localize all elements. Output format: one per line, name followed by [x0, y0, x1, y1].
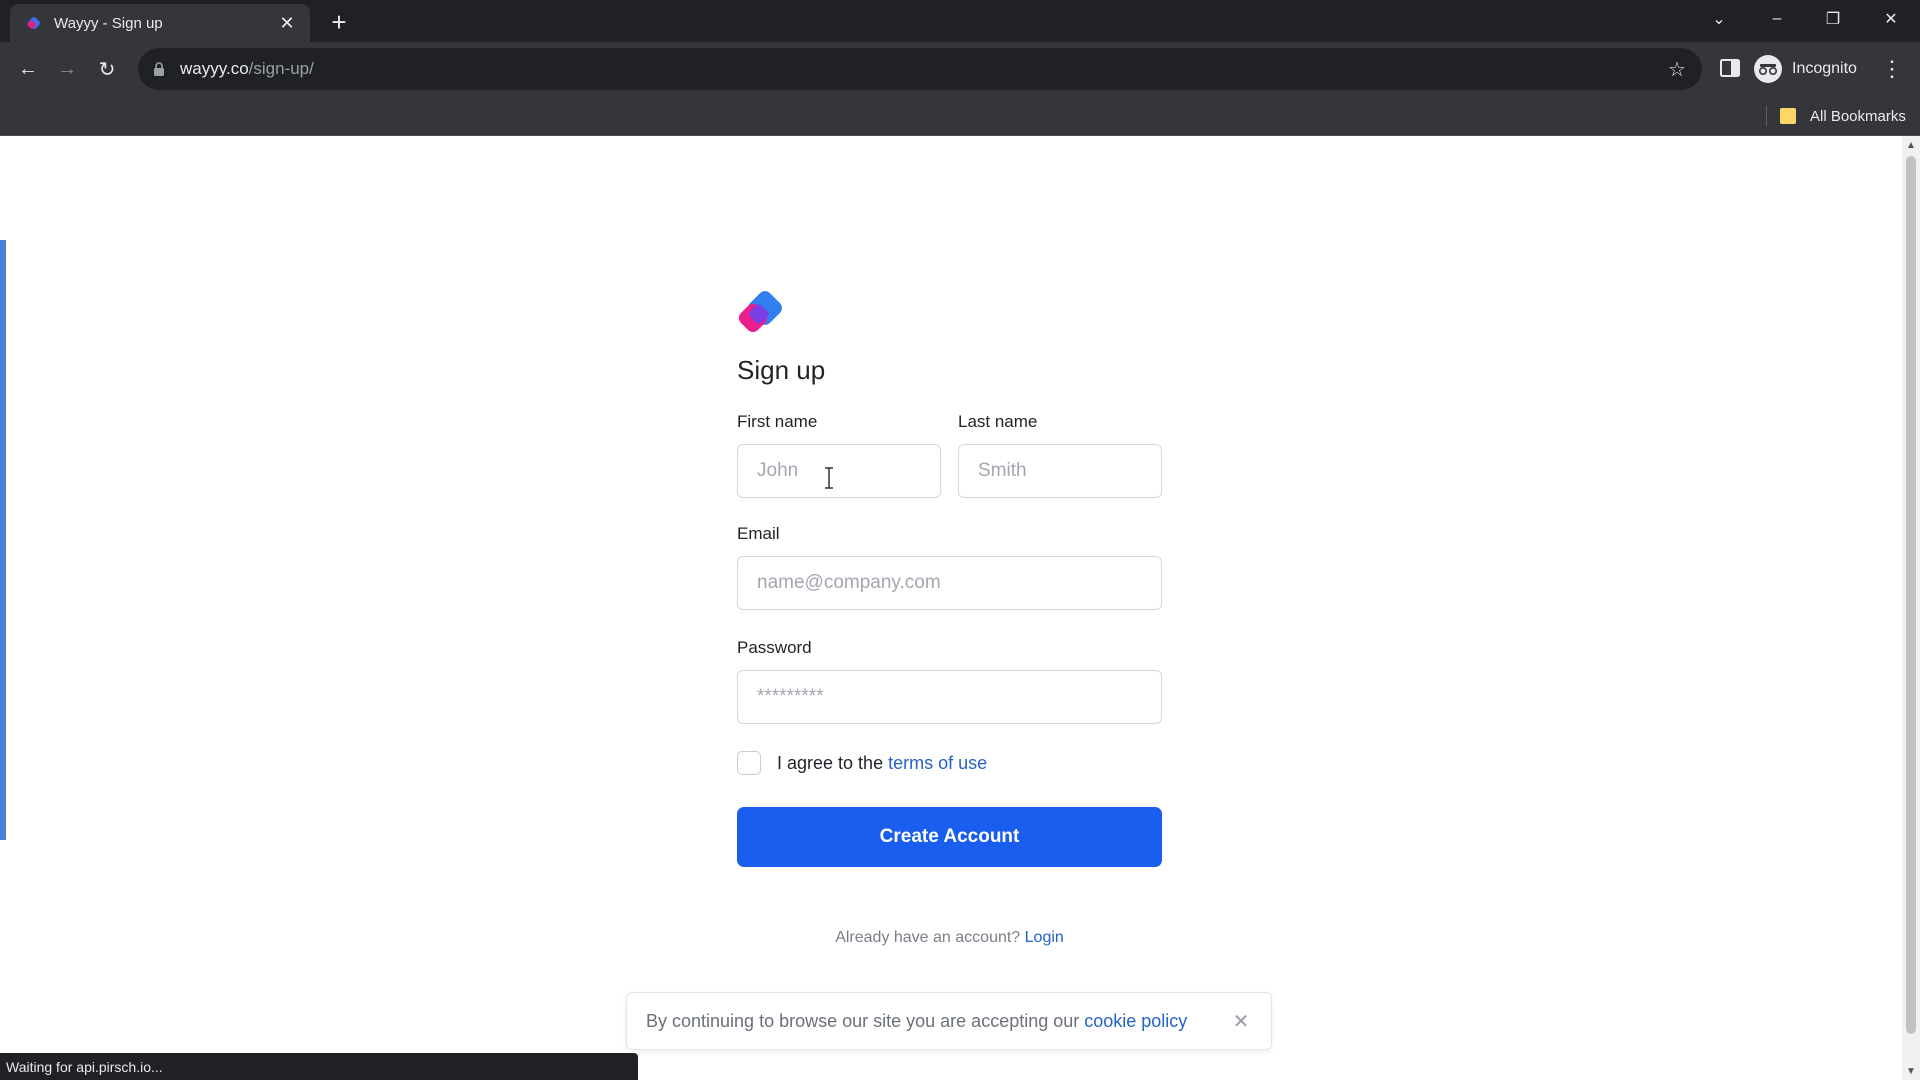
last-name-field: Last name: [958, 412, 1162, 498]
cookie-banner: By continuing to browse our site you are…: [626, 992, 1272, 1050]
browser-tab[interactable]: Wayyy - Sign up ✕: [10, 4, 310, 42]
password-field: Password: [737, 638, 1162, 724]
profile-label: Incognito: [1792, 60, 1857, 77]
scroll-thumb[interactable]: [1906, 156, 1916, 1034]
bookmarks-divider: [1766, 106, 1767, 126]
email-label: Email: [737, 524, 780, 543]
login-prompt: Already have an account? Login: [737, 929, 1162, 947]
url-path: /sign-up/: [248, 59, 314, 78]
page-viewport: Sign up First name Last name Email Passw…: [0, 136, 1902, 1080]
all-bookmarks-button[interactable]: All Bookmarks: [1780, 104, 1906, 128]
left-accent-bar: [0, 240, 6, 840]
first-name-input[interactable]: [737, 444, 941, 498]
bookmarks-bar: All Bookmarks: [0, 96, 1920, 136]
scroll-down-icon[interactable]: ▼: [1902, 1062, 1920, 1080]
last-name-input[interactable]: [958, 444, 1162, 498]
back-icon[interactable]: ←: [13, 54, 43, 84]
first-name-label: First name: [737, 412, 818, 431]
page-scrollbar[interactable]: ▲ ▼: [1902, 136, 1920, 1080]
browser-toolbar: ← → ↻ wayyy.co/sign-up/ ☆ Incognito ⋮: [0, 42, 1920, 96]
cookie-policy-link[interactable]: cookie policy: [1084, 1011, 1187, 1031]
password-input[interactable]: [737, 670, 1162, 724]
terms-of-use-link[interactable]: terms of use: [888, 753, 987, 773]
password-label: Password: [737, 638, 812, 657]
email-input[interactable]: [737, 556, 1162, 610]
browser-tab-bar: Wayyy - Sign up ✕ + ⌄ – ❐ ✕: [0, 0, 1920, 42]
window-close-icon[interactable]: ✕: [1864, 0, 1918, 38]
status-bar: Waiting for api.pirsch.io...: [0, 1053, 638, 1080]
reload-icon[interactable]: ↻: [92, 54, 122, 84]
scroll-up-icon[interactable]: ▲: [1902, 136, 1920, 154]
incognito-badge[interactable]: Incognito: [1754, 50, 1857, 88]
new-tab-icon[interactable]: +: [325, 7, 353, 37]
cookie-close-icon[interactable]: ✕: [1231, 1011, 1251, 1033]
email-field: Email: [737, 524, 1162, 610]
lock-icon: [154, 62, 164, 76]
restore-icon[interactable]: ❐: [1806, 0, 1860, 38]
terms-checkbox[interactable]: [737, 751, 761, 775]
more-menu-icon[interactable]: ⋮: [1880, 54, 1904, 84]
name-row: First name Last name: [737, 412, 1162, 498]
tab-search-icon[interactable]: ⌄: [1692, 0, 1746, 38]
wayyy-favicon-icon: [27, 17, 40, 29]
login-link[interactable]: Login: [1025, 929, 1064, 946]
all-bookmarks-label: All Bookmarks: [1810, 107, 1906, 125]
url-host: wayyy.co: [180, 59, 249, 78]
incognito-icon: [1754, 55, 1782, 83]
text-cursor-icon: [825, 467, 833, 489]
page-title: Sign up: [737, 355, 826, 385]
bookmark-star-icon[interactable]: ☆: [1666, 58, 1688, 81]
address-bar[interactable]: wayyy.co/sign-up/ ☆: [138, 48, 1702, 90]
signup-form: Sign up First name Last name Email Passw…: [737, 288, 1162, 947]
forward-icon[interactable]: →: [52, 54, 82, 84]
side-panel-icon[interactable]: [1718, 56, 1742, 80]
cookie-text: By continuing to browse our site you are…: [646, 1011, 1187, 1032]
folder-icon: [1780, 108, 1796, 124]
last-name-label: Last name: [958, 412, 1038, 431]
create-account-button[interactable]: Create Account: [737, 807, 1162, 867]
terms-text: I agree to the terms of use: [777, 753, 987, 774]
terms-prefix: I agree to the: [777, 752, 889, 773]
cookie-prefix: By continuing to browse our site you are…: [646, 1010, 1085, 1031]
first-name-field: First name: [737, 412, 941, 498]
wayyy-logo-icon: [738, 291, 782, 333]
login-prefix: Already have an account?: [835, 929, 1025, 946]
tab-title: Wayyy - Sign up: [54, 14, 163, 32]
terms-agreement: I agree to the terms of use: [737, 751, 1162, 775]
tab-close-icon[interactable]: ✕: [276, 12, 298, 34]
minimize-icon[interactable]: –: [1750, 0, 1804, 38]
